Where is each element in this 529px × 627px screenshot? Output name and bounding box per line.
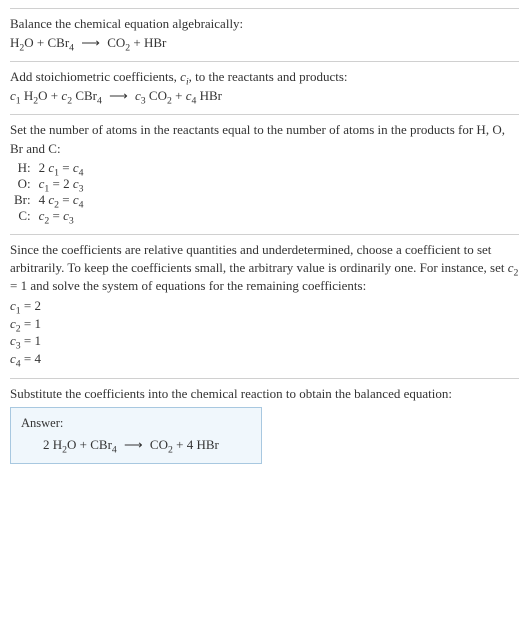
table-row: Br: 4 c2 = c4 (10, 192, 88, 208)
species-h2o: H2O (10, 35, 34, 50)
table-row: O: c1 = 2 c3 (10, 176, 88, 192)
list-item: c2 = 1 (10, 315, 519, 333)
h2o-term: H2O + (21, 88, 62, 103)
section-atom-balance: Set the number of atoms in the reactants… (10, 114, 519, 233)
table-row: C: c2 = c3 (10, 208, 88, 224)
plus-hbr: + HBr (130, 35, 166, 50)
c4: c4 (186, 88, 197, 103)
term-4hbr: + 4 HBr (173, 437, 219, 452)
section-answer: Substitute the coefficients into the che… (10, 378, 519, 474)
co2-term: CO2 (146, 88, 172, 103)
arrow-icon-3: ⟶ (120, 437, 147, 452)
sub-2: 2 (19, 43, 24, 54)
arrow-icon-2: ⟶ (105, 88, 132, 103)
problem-text: Balance the chemical equation algebraica… (10, 15, 519, 33)
cbr4-term: CBr4 (72, 88, 102, 103)
coefficient-list: c1 = 2 c2 = 1 c3 = 1 c4 = 4 (10, 297, 519, 367)
table-row: H: 2 c1 = c4 (10, 160, 88, 176)
solve-text: Since the coefficients are relative quan… (10, 241, 519, 296)
section-problem: Balance the chemical equation algebraica… (10, 8, 519, 61)
coef-equation: c1 H2O + c2 CBr4 ⟶ c3 CO2 + c4 HBr (10, 88, 519, 104)
element-label: Br: (10, 192, 35, 208)
list-item: c3 = 1 (10, 332, 519, 350)
balanced-equation: 2 H2O + CBr4 ⟶ CO2 + 4 HBr (21, 437, 251, 453)
element-eq: c1 = 2 c3 (35, 176, 88, 192)
ci-symbol: ci (180, 69, 189, 84)
section-solve: Since the coefficients are relative quan… (10, 234, 519, 378)
term-2h2o: 2 H2O + CBr4 (43, 437, 117, 452)
c1: c1 (10, 88, 21, 103)
substitute-text: Substitute the coefficients into the che… (10, 385, 519, 403)
add-coef-text: Add stoichiometric coefficients, ci, to … (10, 68, 519, 86)
element-label: C: (10, 208, 35, 224)
c2: c2 (61, 88, 72, 103)
c3: c3 (135, 88, 146, 103)
term-co2: CO2 (150, 437, 173, 452)
atom-balance-table: H: 2 c1 = c4 O: c1 = 2 c3 Br: 4 c2 = c4 … (10, 160, 88, 224)
element-label: H: (10, 160, 35, 176)
arrow-icon: ⟶ (77, 35, 104, 50)
list-item: c4 = 4 (10, 350, 519, 368)
section-add-coefficients: Add stoichiometric coefficients, ci, to … (10, 61, 519, 114)
plus-cbr4: + CBr4 (34, 35, 74, 50)
atom-balance-text: Set the number of atoms in the reactants… (10, 121, 519, 157)
answer-label: Answer: (21, 416, 251, 431)
sub-2c: 2 (514, 268, 519, 279)
element-label: O: (10, 176, 35, 192)
element-eq: 2 c1 = c4 (35, 160, 88, 176)
answer-box: Answer: 2 H2O + CBr4 ⟶ CO2 + 4 HBr (10, 407, 262, 464)
unbalanced-equation: H2O + CBr4 ⟶ CO2 + HBr (10, 35, 519, 51)
list-item: c1 = 2 (10, 297, 519, 315)
element-eq: 4 c2 = c4 (35, 192, 88, 208)
hbr-term: HBr (196, 88, 222, 103)
sub-4: 4 (69, 43, 74, 54)
species-co2: CO2 (107, 35, 130, 50)
